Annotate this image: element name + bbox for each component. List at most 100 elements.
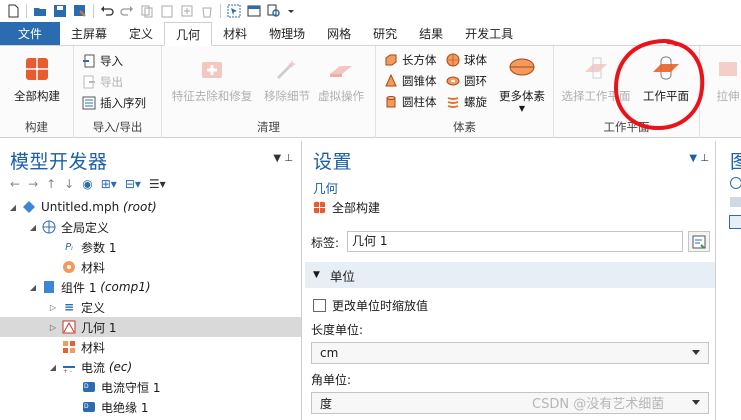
remove-features-button[interactable]: 特征去除和修复 — [168, 54, 256, 104]
tab-home[interactable]: 主屏幕 — [60, 22, 118, 45]
tree-root[interactable]: ◢ Untitled.mph (root) — [0, 197, 301, 217]
tab-mesh[interactable]: 网格 — [316, 22, 362, 45]
save-as-icon[interactable] — [73, 4, 87, 18]
dropdown-icon[interactable] — [287, 4, 295, 18]
collapsed-triangle-icon[interactable]: ▷ — [48, 323, 58, 332]
move-up-icon[interactable]: ↑ — [46, 177, 56, 191]
materials-label: 材料 — [81, 340, 106, 355]
build-all-button[interactable]: 全部构建 — [12, 54, 62, 104]
tab-file[interactable]: 文件 — [0, 22, 61, 45]
tree-current-conservation[interactable]: D 电流守恒 1 — [0, 377, 301, 397]
expanded-triangle-icon[interactable]: ◢ — [28, 283, 38, 292]
zoom-icon[interactable] — [730, 177, 741, 189]
torus-button[interactable]: 圆环 — [446, 72, 487, 90]
forward-icon[interactable]: → — [28, 177, 38, 191]
tab-physics[interactable]: 物理场 — [258, 22, 316, 45]
label-edit-button[interactable] — [688, 231, 710, 252]
root-label: Untitled.mph — [41, 200, 120, 214]
show-icon[interactable]: ◉ — [82, 177, 92, 191]
scale-values-checkbox[interactable]: 更改单位时缩放值 — [313, 297, 428, 314]
ribbon: 全部构建 构建 导入 导出 插入序列 导入/导出 特征去除和修复 移除细节 虚拟… — [0, 46, 741, 138]
units-section-label: 单位 — [329, 268, 355, 284]
block-button[interactable]: 长方体 — [384, 51, 437, 69]
tab-definitions[interactable]: 定义 — [118, 22, 164, 45]
settings-build-all-button[interactable]: 全部构建 — [313, 199, 380, 216]
settings-build-all-label: 全部构建 — [332, 201, 381, 215]
options-icon[interactable]: ☰▾ — [149, 177, 166, 191]
expanded-triangle-icon[interactable]: ◢ — [48, 363, 58, 372]
tab-study[interactable]: 研究 — [362, 22, 408, 45]
copy-icon[interactable] — [140, 4, 154, 18]
tab-developer[interactable]: 开发工具 — [454, 22, 524, 45]
geometry-icon — [62, 320, 76, 334]
windows-icon[interactable] — [247, 4, 261, 18]
length-unit-select[interactable]: cm — [311, 342, 709, 364]
sphere-button[interactable]: 球体 — [446, 51, 487, 69]
more-primitives-button[interactable]: 更多体素 ▼ — [494, 54, 550, 114]
label-input[interactable]: 几何 1 — [347, 231, 683, 252]
current-conservation-label: 电流守恒 1 — [101, 380, 161, 395]
component-icon — [42, 280, 56, 294]
expanded-triangle-icon[interactable]: ◢ — [28, 223, 38, 232]
units-section-header[interactable]: ▼ 单位 — [305, 262, 715, 288]
paste-icon[interactable] — [160, 4, 174, 18]
insert-sequence-label: 插入序列 — [100, 96, 146, 110]
build-all-icon — [26, 58, 48, 80]
expand-icon[interactable]: ⊞▾ — [101, 177, 117, 191]
tree-electric-currents[interactable]: ◢ + - 电流 (ec) — [0, 357, 301, 377]
redo-icon[interactable] — [120, 4, 134, 18]
panel-menu-icon[interactable]: ▼ ⊥ — [273, 153, 293, 164]
collapse-icon[interactable]: ⊟▾ — [125, 177, 141, 191]
ribbon-tabs: 文件 主屏幕 定义 几何 材料 物理场 网格 研究 结果 开发工具 — [0, 22, 741, 46]
helix-button[interactable]: 螺旋 — [446, 93, 487, 111]
tree-definitions[interactable]: ▷ ≡ 定义 — [0, 297, 301, 317]
import-button[interactable]: 导入 — [82, 52, 123, 70]
select-workplane-button[interactable]: 选择工作平面 — [560, 54, 632, 104]
checkbox-box[interactable] — [313, 299, 326, 312]
new-file-icon[interactable] — [6, 4, 20, 18]
find-icon[interactable] — [267, 4, 281, 18]
delete-icon[interactable] — [200, 4, 214, 18]
insert-sequence-button[interactable]: 插入序列 — [82, 94, 146, 112]
expanded-triangle-icon[interactable]: ◢ — [8, 203, 18, 212]
zoom-extents-icon[interactable] — [729, 215, 741, 229]
cone-button[interactable]: 圆锥体 — [384, 72, 437, 90]
tree-materials[interactable]: 材料 — [0, 337, 301, 357]
select-icon[interactable] — [227, 4, 241, 18]
move-down-icon[interactable]: ↓ — [64, 177, 74, 191]
work-plane-button[interactable]: 工作平面 — [638, 54, 694, 104]
pin-icon[interactable]: ⊥ — [284, 153, 293, 164]
boundary-node-icon: D — [82, 400, 96, 414]
chevron-down-icon: ▼ — [518, 104, 526, 113]
workplane-group-label: 工作平面 — [603, 120, 650, 134]
tab-geometry[interactable]: 几何 — [164, 22, 213, 46]
tree-electric-insulation[interactable]: D 电绝缘 1 — [0, 397, 301, 417]
settings-title: 设置 — [313, 151, 353, 173]
collapsed-triangle-icon[interactable]: ▷ — [48, 303, 58, 312]
graphics-panel: 图 — [720, 141, 741, 420]
panel-menu-icon[interactable]: ▼ ⊥ — [689, 153, 709, 164]
undo-icon[interactable] — [100, 4, 114, 18]
export-button[interactable]: 导出 — [82, 73, 123, 91]
save-icon[interactable] — [53, 4, 67, 18]
tree-global-materials[interactable]: 材料 — [0, 257, 301, 277]
more-primitives-icon — [509, 58, 535, 76]
open-folder-icon[interactable] — [33, 4, 47, 18]
view-icon[interactable] — [730, 197, 741, 207]
tree-global-definitions[interactable]: ◢ 全局定义 — [0, 217, 301, 237]
extrude-button[interactable]: 拉伸 — [708, 54, 741, 104]
duplicate-icon[interactable] — [180, 4, 194, 18]
cylinder-button[interactable]: 圆柱体 — [384, 93, 437, 111]
tab-materials[interactable]: 材料 — [212, 22, 258, 45]
svg-text:D: D — [84, 403, 89, 410]
back-icon[interactable]: ← — [10, 177, 20, 191]
tree-parameters[interactable]: Pᵢ 参数 1 — [0, 237, 301, 257]
tree-component[interactable]: ◢ 组件 1 (comp1) — [0, 277, 301, 297]
pin-icon[interactable]: ⊥ — [700, 153, 709, 164]
tab-results[interactable]: 结果 — [408, 22, 454, 45]
tree-geometry[interactable]: ▷ 几何 1 — [0, 317, 301, 337]
angular-unit-label: 角单位: — [311, 373, 352, 387]
collapse-section-icon[interactable]: ▼ — [313, 270, 320, 280]
virtual-operations-button[interactable]: 虚拟操作 — [312, 54, 370, 104]
remove-details-button[interactable]: 移除细节 — [262, 54, 312, 104]
